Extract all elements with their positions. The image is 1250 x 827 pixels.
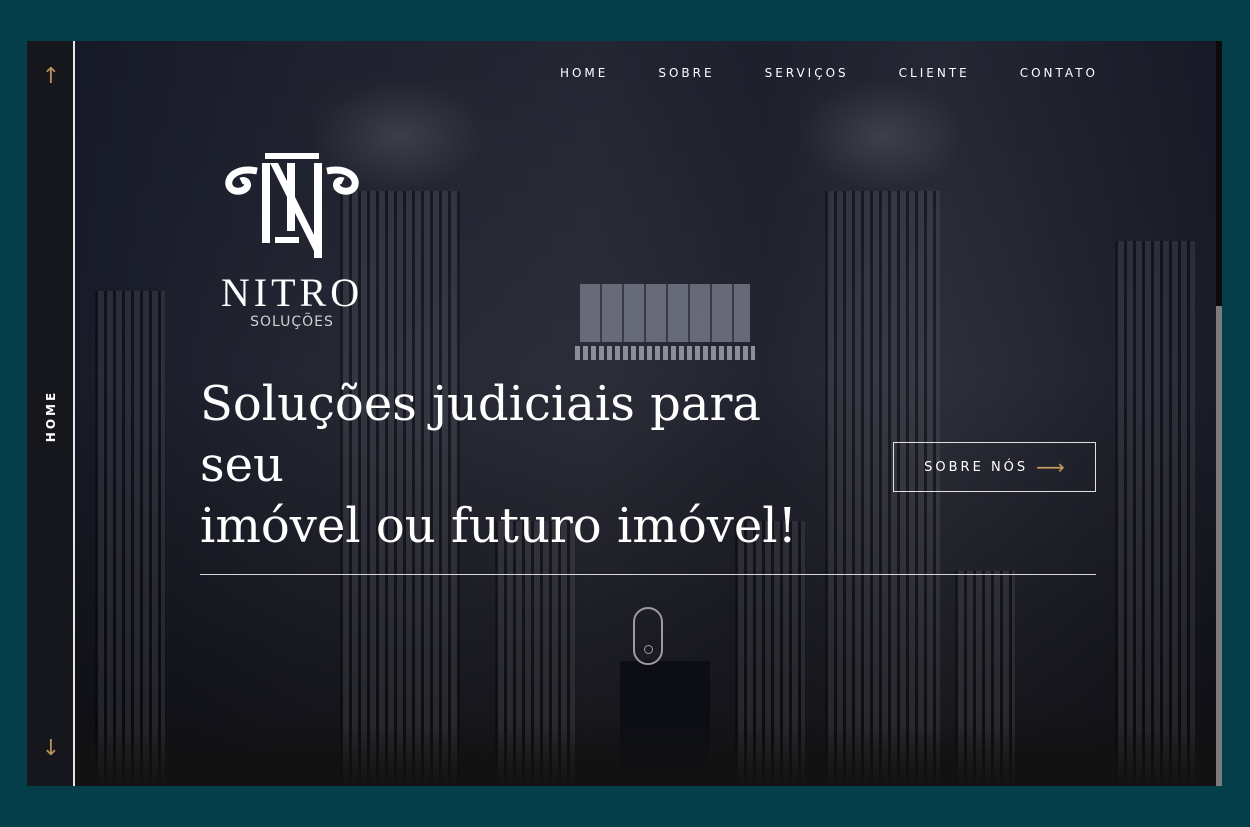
scrollbar-thumb[interactable]	[1216, 41, 1222, 306]
section-label: HOME	[44, 389, 58, 443]
arrow-down-icon[interactable]: ↓	[41, 735, 61, 763]
logo-monogram-icon	[225, 153, 359, 258]
nav-sobre[interactable]: SOBRE	[658, 66, 714, 80]
nav-cliente[interactable]: CLIENTE	[899, 66, 970, 80]
brand-name: NITRO	[220, 270, 364, 315]
arrow-up-icon[interactable]: ↑	[41, 63, 61, 91]
hero-title-line1: Soluções judiciais para seu	[200, 376, 761, 493]
browser-viewport: ↑ HOME ↓ HOME SOBRE SERVIÇOS CLIENTE CON…	[27, 41, 1222, 786]
sobre-nos-button[interactable]: SOBRE NÓS ⟶	[893, 442, 1096, 492]
cta-label: SOBRE NÓS	[924, 459, 1029, 475]
divider	[200, 574, 1096, 575]
nav-servicos[interactable]: SERVIÇOS	[765, 66, 849, 80]
hero-title-line2: imóvel ou futuro imóvel!	[200, 498, 797, 554]
arrow-right-icon: ⟶	[1036, 455, 1065, 479]
hero-title: Soluções judiciais para seu imóvel ou fu…	[200, 374, 800, 557]
brand-subtitle: SOLUÇÕES	[250, 314, 334, 330]
nav-contato[interactable]: CONTATO	[1020, 66, 1098, 80]
main-nav: HOME SOBRE SERVIÇOS CLIENTE CONTATO	[560, 66, 1098, 80]
brand-logo[interactable]: NITRO SOLUÇÕES	[207, 151, 377, 331]
scroll-mouse-icon[interactable]	[633, 607, 663, 665]
section-rail: ↑ HOME ↓	[27, 41, 75, 786]
nav-home[interactable]: HOME	[560, 66, 608, 80]
scrollbar[interactable]	[1216, 41, 1222, 786]
